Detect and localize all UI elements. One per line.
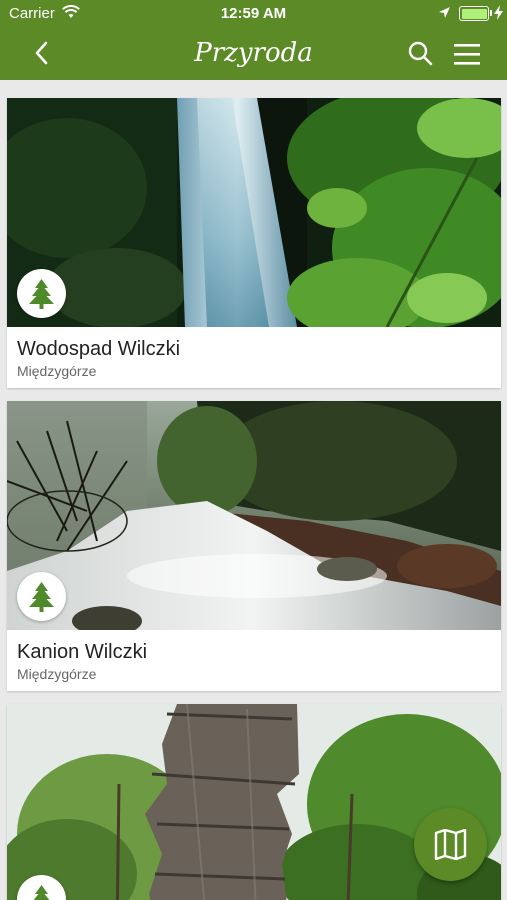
back-chevron-icon [35,41,48,65]
place-card[interactable]: Kanion Wilczki Międzygórze [7,401,501,691]
battery-tip [490,10,492,16]
map-icon [434,829,467,860]
map-button[interactable] [414,808,487,881]
place-name: Wodospad Wilczki [17,338,181,360]
status-bar: Carrier 12:59 AM [0,0,507,28]
category-badge [17,269,66,318]
navigation-bar: Przyroda [0,28,507,80]
location-arrow-icon [438,6,451,23]
battery-icon [459,6,489,21]
back-button[interactable] [28,38,58,68]
search-icon [408,41,433,66]
tree-icon [29,279,54,309]
tree-icon [33,885,50,900]
hamburger-menu-icon [454,44,480,65]
place-photo-waterfall[interactable] [7,98,501,327]
place-photo-canyon[interactable] [7,401,501,630]
place-location: Międzygórze [17,363,97,379]
place-card[interactable]: Wodospad Wilczki Międzygórze [7,98,501,388]
charging-bolt-icon [494,5,503,23]
tree-icon [29,582,54,612]
place-location: Międzygórze [17,666,97,682]
search-button[interactable] [406,39,436,69]
menu-button[interactable] [452,40,482,68]
clock: 12:59 AM [220,5,287,22]
place-name: Kanion Wilczki [17,641,148,663]
category-badge [17,572,66,621]
